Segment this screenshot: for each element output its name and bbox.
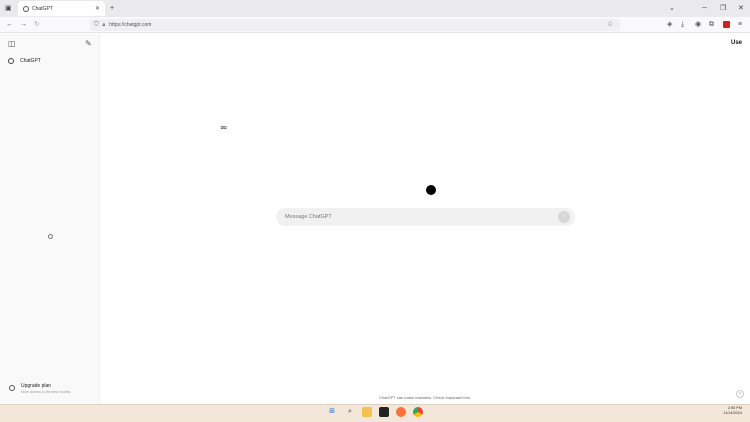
extension-red-icon[interactable]	[723, 21, 730, 28]
forward-button[interactable]: →	[20, 17, 27, 33]
menu-icon[interactable]: ≡	[738, 17, 742, 33]
sidebar-item-chatgpt[interactable]: ChatGPT	[8, 58, 41, 64]
system-clock[interactable]: 2:55 PM 11/14/2024	[723, 406, 742, 416]
bookmark-star-icon[interactable]: ☆	[607, 17, 613, 33]
disclaimer-text: ChatGPT can make mistakes. Check importa…	[379, 395, 471, 400]
send-button[interactable]: ↑	[558, 211, 570, 223]
sidebar: ◫ ✎	[0, 34, 100, 404]
upgrade-subtitle: More access to the best models	[21, 390, 71, 394]
user-menu-button[interactable]: Use	[731, 40, 742, 46]
maximize-button[interactable]: ❐	[720, 0, 726, 17]
chatgpt-logo-icon	[8, 58, 14, 64]
windows-start-icon[interactable]: ⊞	[327, 407, 337, 417]
upgrade-icon	[9, 385, 15, 391]
mouse-cursor-icon: ⮹	[220, 123, 228, 133]
lock-icon[interactable]: 🔒︎	[103, 22, 106, 28]
tab-close-icon[interactable]: ✕	[95, 5, 100, 12]
file-explorer-icon[interactable]	[362, 407, 372, 417]
os-taskbar	[0, 404, 750, 422]
tab-title: ChatGPT	[32, 5, 53, 12]
pocket-icon[interactable]: ◈	[667, 17, 672, 33]
tab-list-icon[interactable]: ▣	[5, 0, 12, 17]
url-text[interactable]: https://chatgpt.com	[109, 22, 151, 28]
sidebar-item-label: ChatGPT	[20, 58, 41, 64]
back-button[interactable]: ←	[6, 17, 13, 33]
reload-button[interactable]: ↻	[34, 17, 40, 33]
browser-tab[interactable]: ChatGPT ✕	[18, 1, 105, 16]
chatgpt-favicon-icon	[23, 5, 29, 12]
upgrade-title: Upgrade plan	[21, 383, 52, 389]
shield-icon[interactable]: ⛉	[94, 22, 99, 29]
firefox-icon[interactable]	[396, 407, 406, 417]
message-input[interactable]	[285, 214, 535, 220]
browser-nav-bar: ← → ↻ ⛉ 🔒︎ https://chatgpt.com ☆ ◈ ⤓ ◉ ⧉…	[0, 17, 750, 33]
window-close-button[interactable]: ✕	[738, 0, 744, 17]
loading-spinner-icon	[48, 234, 53, 239]
new-tab-button[interactable]: +	[110, 0, 114, 17]
minimize-button[interactable]: ─	[702, 0, 707, 17]
address-bar[interactable]: ⛉ 🔒︎ https://chatgpt.com	[90, 19, 620, 31]
download-icon[interactable]: ⤓	[681, 17, 684, 33]
account-icon[interactable]: ◉	[695, 17, 701, 33]
clock-date: 11/14/2024	[723, 411, 742, 415]
chrome-icon[interactable]	[413, 407, 423, 417]
chatgpt-logo-icon	[426, 185, 436, 195]
terminal-icon[interactable]	[379, 407, 389, 417]
browser-tab-bar: ▣ ChatGPT ✕ + ⌄ ─ ❐ ✕	[0, 0, 750, 17]
tab-overflow-icon[interactable]: ⌄	[669, 0, 675, 17]
upgrade-plan-button[interactable]: Upgrade plan More access to the best mod…	[9, 383, 70, 394]
search-icon[interactable]: ⌕	[345, 407, 355, 417]
sidebar-toggle-icon[interactable]: ◫	[8, 39, 16, 48]
message-composer[interactable]	[276, 208, 575, 226]
new-chat-icon[interactable]: ✎	[85, 39, 92, 48]
help-button[interactable]: ?	[736, 390, 744, 398]
extensions-icon[interactable]: ⧉	[709, 17, 714, 33]
